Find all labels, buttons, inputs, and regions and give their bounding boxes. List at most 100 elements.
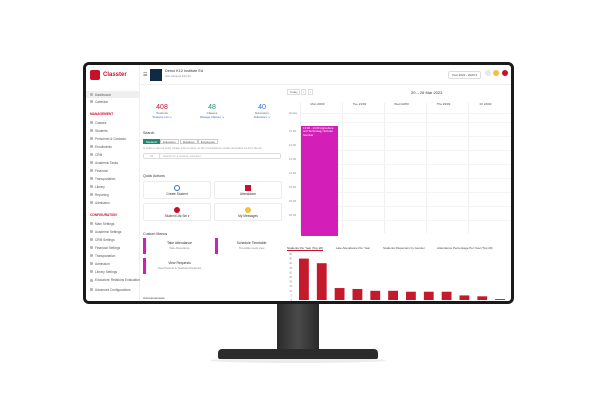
classter-logo[interactable]: Classter bbox=[90, 69, 127, 81]
nav-enrollments[interactable]: Enrollments bbox=[86, 143, 140, 150]
search-placeholder: Search for a student, educator... bbox=[163, 154, 203, 158]
calendar-event[interactable]: 13:00 - 14:00 Agriculture and Technology… bbox=[301, 126, 338, 236]
create-student-button[interactable]: Create Student bbox=[143, 181, 211, 199]
library-icon bbox=[90, 185, 93, 188]
school-name[interactable]: Demo K12 Institute Ed bbox=[165, 69, 203, 73]
tab-gender-dispersion[interactable]: Students Dispersion by Gender bbox=[383, 246, 425, 250]
time-label: 14:00 bbox=[289, 157, 296, 161]
chart-bar[interactable] bbox=[495, 299, 505, 300]
chart-bar[interactable] bbox=[441, 291, 452, 300]
calendar-next-button[interactable]: › bbox=[308, 89, 313, 95]
sidebar: Classter Dashboard Calendar MANAGEMENT C… bbox=[86, 65, 140, 301]
nav-students[interactable]: Students bbox=[86, 127, 140, 134]
nav-transportation-settings[interactable]: Transportation bbox=[86, 252, 140, 259]
logo-text: Classter bbox=[103, 72, 127, 78]
search-tab-employees[interactable]: Employees bbox=[198, 139, 218, 144]
search-type-select[interactable]: All bbox=[144, 154, 160, 158]
educators-link[interactable]: Educators ↘ bbox=[242, 115, 282, 119]
stat-educators-number: 40 bbox=[258, 104, 266, 111]
monitor-frame: Classter Dashboard Calendar MANAGEMENT C… bbox=[83, 62, 514, 304]
chart-bar[interactable] bbox=[423, 291, 434, 300]
my-messages-button[interactable]: My Messages bbox=[214, 203, 282, 221]
quick-actions-title: Quick Actions bbox=[143, 174, 165, 178]
y-tick-label: 35 bbox=[289, 267, 292, 270]
nav-classes[interactable]: Classes bbox=[86, 119, 140, 126]
chart-bar[interactable] bbox=[477, 296, 488, 300]
personnel-icon bbox=[90, 137, 93, 140]
chart-bar[interactable] bbox=[334, 288, 345, 300]
settings-icon bbox=[90, 288, 93, 291]
classes-icon bbox=[90, 121, 93, 124]
search-tab-students[interactable]: Students bbox=[143, 139, 161, 144]
chart-bar[interactable] bbox=[406, 291, 416, 300]
y-tick-label: 40 bbox=[289, 262, 292, 265]
nav-main-settings[interactable]: Main Settings bbox=[86, 220, 140, 227]
nav-personnel[interactable]: Personnel & Contacts bbox=[86, 135, 140, 142]
nav-financial[interactable]: Financial bbox=[86, 167, 140, 174]
calendar-prev-button[interactable]: ‹ bbox=[301, 89, 306, 95]
nav-educators-evaluation[interactable]: Educators' Relations Evaluation bbox=[86, 276, 140, 285]
student-list-button[interactable]: Student List Sel ▾ bbox=[143, 203, 211, 221]
nav-crm-settings[interactable]: CRM Settings bbox=[86, 236, 140, 243]
take-attendance-menu[interactable]: Take Attendance Take Attendance bbox=[143, 238, 213, 254]
chart-bar[interactable] bbox=[459, 295, 470, 300]
tab-students-per-year[interactable]: Students Per Year (Top 20) bbox=[287, 246, 324, 251]
chart-bar[interactable] bbox=[299, 258, 309, 300]
settings-icon bbox=[90, 238, 93, 241]
admission-icon bbox=[90, 201, 93, 204]
chart-bar[interactable] bbox=[352, 288, 363, 300]
students-per-year-chart: 50454035302520151050 bbox=[289, 253, 505, 301]
time-label: 14:30 bbox=[289, 171, 296, 175]
nav-academic-tasks[interactable]: Academic Tasks bbox=[86, 159, 140, 166]
monitor-stand-neck bbox=[277, 303, 319, 351]
bus-icon bbox=[90, 177, 93, 180]
nav-financial-settings[interactable]: Financial Settings bbox=[86, 244, 140, 251]
chart-bar[interactable] bbox=[388, 290, 398, 300]
nav-library-settings[interactable]: Library Settings bbox=[86, 268, 140, 275]
hamburger-icon[interactable]: ☰ bbox=[143, 72, 147, 78]
calendar-range: 20 – 26 Mar 2023 bbox=[411, 90, 443, 95]
settings-icon bbox=[90, 230, 93, 233]
nav-transportation[interactable]: Transportation bbox=[86, 175, 140, 182]
y-tick-label: 30 bbox=[289, 271, 292, 274]
search-input[interactable]: All Search for a student, educator... bbox=[143, 153, 281, 159]
academic-year-select[interactable]: Year 2022 - 2023 ▾ bbox=[447, 71, 481, 79]
schedule-timetable-menu[interactable]: Schedule Timetable Timetable week view bbox=[215, 238, 285, 254]
settings-icon bbox=[90, 254, 93, 257]
today-button[interactable]: Today bbox=[287, 89, 301, 95]
nav-reporting[interactable]: Reporting bbox=[86, 191, 140, 198]
nav-academic-settings[interactable]: Academic Settings bbox=[86, 228, 140, 235]
chart-bar[interactable] bbox=[316, 263, 327, 300]
nav-advanced-configurations[interactable]: Advanced Configurations bbox=[86, 286, 140, 293]
nav-library[interactable]: Library bbox=[86, 183, 140, 190]
settings-icon bbox=[90, 279, 93, 282]
stat-classes-number: 48 bbox=[208, 104, 216, 111]
nav-dashboard[interactable]: Dashboard bbox=[86, 91, 140, 98]
search-tab-educators[interactable]: Educators bbox=[160, 139, 179, 144]
nav-crm[interactable]: CRM bbox=[86, 151, 140, 158]
chart-bar[interactable] bbox=[370, 290, 381, 300]
user-avatar-icon[interactable] bbox=[502, 70, 508, 76]
students-icon bbox=[90, 129, 93, 132]
search-hint: In order to start an entity, please ente… bbox=[143, 147, 262, 150]
bell-icon[interactable] bbox=[493, 70, 499, 76]
calendar-icon bbox=[90, 100, 93, 103]
students-list-link[interactable]: Students List ↘ bbox=[142, 115, 182, 119]
nav-calendar[interactable]: Calendar bbox=[86, 98, 140, 105]
y-tick-label: 25 bbox=[289, 276, 292, 279]
attendance-button[interactable]: Attendance bbox=[214, 181, 282, 199]
stat-educators: 40 Educators Educators ↘ bbox=[242, 104, 282, 119]
users-icon bbox=[174, 207, 180, 213]
search-tab-relatives[interactable]: Relatives bbox=[180, 139, 198, 144]
top-header: ☰ Demo K12 Institute Ed Aux Campus K12 (… bbox=[140, 65, 511, 85]
manage-classes-link[interactable]: Manage Classes ↘ bbox=[192, 115, 232, 119]
nav-admission-settings[interactable]: Admission bbox=[86, 260, 140, 267]
tab-late-attendance[interactable]: Late Attendance Per Year bbox=[336, 246, 370, 250]
y-tick-label: 45 bbox=[289, 258, 292, 261]
tab-attendance-percentage[interactable]: Attendance Percentage Per Year (Top 20) bbox=[437, 246, 493, 250]
search-title: Search bbox=[143, 131, 155, 135]
nav-admission[interactable]: Admission bbox=[86, 199, 140, 206]
view-requests-menu[interactable]: View Requests View Parents & Teachers Re… bbox=[143, 258, 213, 274]
chat-icon[interactable] bbox=[485, 70, 491, 76]
y-tick-label: 5 bbox=[291, 294, 293, 297]
